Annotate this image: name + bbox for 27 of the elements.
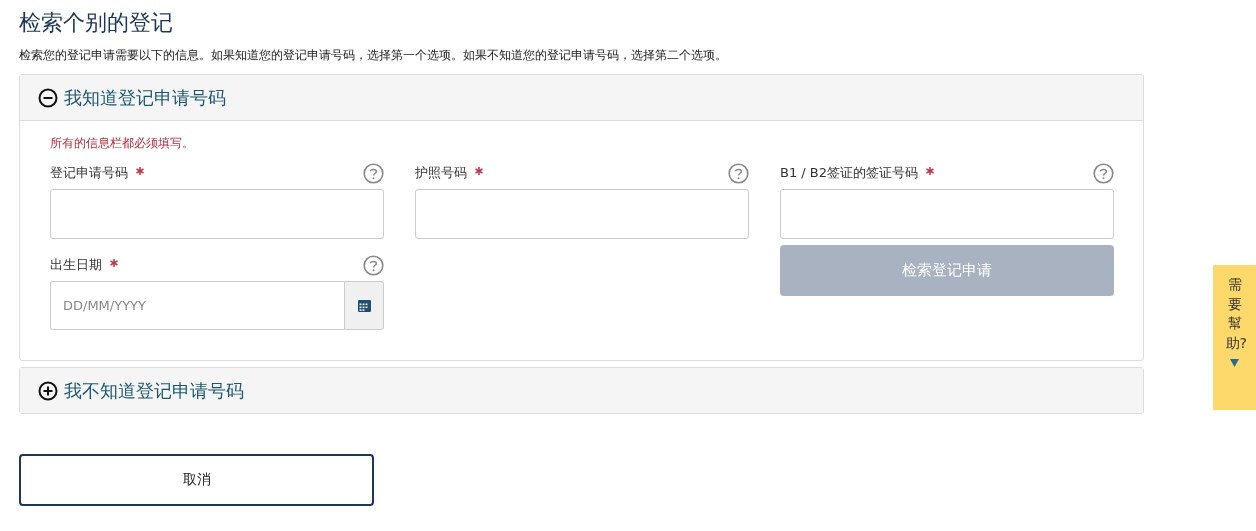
input-field[interactable] bbox=[780, 189, 1114, 239]
help-tab-label: 需要幫助? bbox=[1225, 275, 1244, 353]
calendar-icon bbox=[357, 299, 371, 312]
input-field[interactable] bbox=[50, 189, 384, 239]
field-label: 登记申请号码 bbox=[50, 164, 128, 182]
input-field[interactable] bbox=[415, 189, 749, 239]
plus-circle-icon bbox=[38, 380, 58, 401]
accordion-header[interactable]: 我知道登记申请号码 bbox=[20, 75, 1143, 120]
cancel-button[interactable]: 取消 bbox=[19, 454, 374, 506]
page-title: 检索个别的登记 bbox=[19, 9, 174, 37]
section-title: 我不知道登记申请号码 bbox=[64, 378, 244, 403]
caret-down-icon bbox=[1230, 359, 1239, 368]
date-field[interactable]: DD/MM/YYYY bbox=[50, 281, 344, 330]
help-tab[interactable]: 需要幫助? bbox=[1213, 265, 1256, 410]
help-icon[interactable] bbox=[728, 162, 749, 184]
help-icon[interactable] bbox=[363, 254, 384, 276]
calendar-button[interactable] bbox=[344, 281, 384, 330]
section-title: 我知道登记申请号码 bbox=[64, 85, 226, 110]
field-label: 出生日期 bbox=[50, 256, 102, 274]
help-icon[interactable] bbox=[363, 162, 384, 184]
minus-circle-icon bbox=[38, 87, 58, 108]
description: 检索您的登记申请需要以下的信息。如果知道您的登记申请号码，选择第一个选项。如果不知道您的登记申请号码，选择第二个选项。 bbox=[19, 47, 728, 63]
accordion-header[interactable]: 我不知道登记申请号码 bbox=[20, 368, 1143, 413]
help-icon[interactable] bbox=[1093, 162, 1114, 184]
field-label: B1 / B2签证的签证号码 bbox=[780, 164, 919, 182]
field-label: 护照号码 bbox=[415, 164, 467, 182]
required-note: 所有的信息栏都必须填写。 bbox=[50, 135, 195, 152]
